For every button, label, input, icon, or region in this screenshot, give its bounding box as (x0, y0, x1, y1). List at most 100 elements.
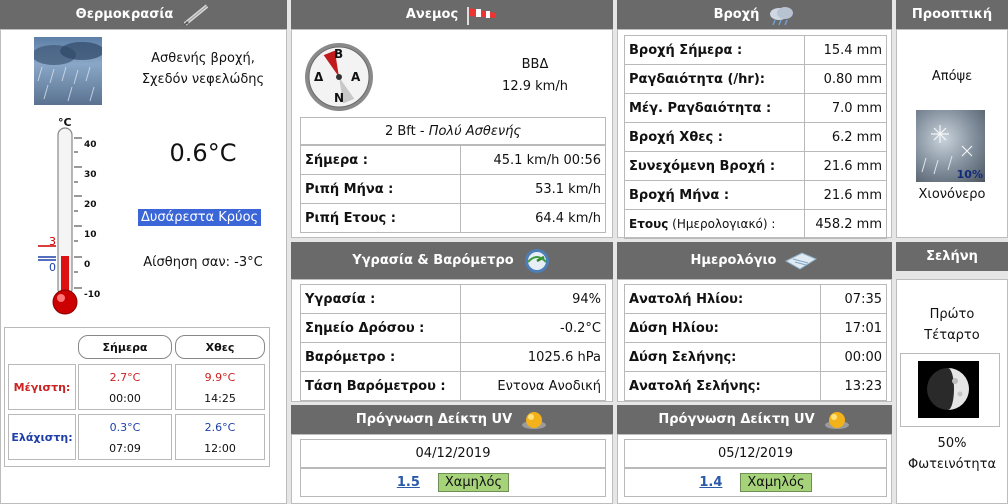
min-today-time: 07:09 (109, 442, 141, 455)
current-temperature: 0.6°C (169, 139, 237, 167)
wind-speed: 12.9 km/h (502, 79, 568, 94)
thermo-tick: 0 (84, 259, 91, 270)
thermo-tick: 30 (84, 169, 97, 180)
thermo-tick: 20 (84, 199, 97, 210)
uv-date-1: 04/12/2019 (300, 439, 606, 468)
humidity-title: Υγρασία & Βαρόμετρο (352, 253, 514, 268)
table-row: Υγρασία :94% (300, 284, 606, 314)
pencil-icon (183, 3, 209, 26)
forecast-when: Απόψε (931, 69, 973, 84)
forecast-title: Προοπτική (911, 7, 993, 22)
uv-level-badge-1: Χαμηλός (437, 473, 510, 492)
moon-illum-pct: 50% (937, 436, 967, 451)
almanac-row-label: Δύση Σελήνης: (624, 342, 821, 372)
rain-year-label-rest: (Ημερολογιακό) : (668, 217, 776, 231)
thermo-marker-high: 3 (49, 235, 56, 248)
beaufort-box: 2 Bft - Πολύ Ασθενής (300, 117, 606, 145)
compass-n: Β (334, 47, 344, 61)
precip-chance-badge: 10% (956, 168, 983, 181)
rain-cloud-icon (770, 6, 794, 25)
table-row: Ριπή Ετους : 64.4 km/h (300, 203, 606, 233)
table-row: Σήμερα : 45.1 km/h 00:56 (300, 145, 606, 175)
almanac-row-value: 13:23 (820, 371, 887, 401)
uv-index-link-1[interactable]: 1.5 (397, 475, 420, 490)
humidity-table: Υγρασία :94% Σημείο Δρόσου : -0.2°C Βαρόμ… (300, 284, 606, 401)
humidity-row-label: Βαρόμετρο : (300, 342, 461, 372)
almanac-row-label: Ανατολή Σελήνης: (624, 371, 821, 401)
almanac-header: Ημερολόγιο (617, 242, 892, 279)
almanac-table: Ανατολή Ηλίου: 07:35 Δύση Ηλίου: 17:01 Δύσ… (624, 284, 887, 401)
almanac-row-label: Ανατολή Ηλίου: (624, 284, 821, 314)
uv-title-2: Πρόγνωση Δείκτη UV (658, 412, 815, 427)
humidity-row-label: Τάση Βαρόμετρου : (300, 371, 461, 401)
rain-row-value: 15.4 mm (804, 35, 887, 65)
table-row: Βροχή Χθες :6.2 mm (624, 122, 887, 152)
table-row: Σημείο Δρόσου : -0.2°C (300, 313, 606, 343)
beaufort-description: Πολύ Ασθενής (428, 123, 522, 139)
rain-year-label: Ετους (Ημερολογιακό) : (624, 209, 805, 239)
thermo-unit: °C (58, 116, 72, 129)
sun-icon (824, 411, 849, 429)
moon-illumination: 50% Φωτεινότητα (896, 433, 1008, 475)
min-yest-value: 2.6°C (204, 421, 236, 434)
wind-direction: ΒΒΔ (521, 57, 549, 72)
forecast-desc: Χιονόνερο (918, 187, 986, 202)
table-row: Ετους (Ημερολογιακό) : 458.2 mm (624, 209, 887, 239)
uv-index-link-2[interactable]: 1.4 (699, 475, 722, 490)
moon-icon (918, 361, 979, 418)
uv-header-2: Πρόγνωση Δείκτη UV (617, 405, 892, 434)
rain-row-value: 21.6 mm (804, 180, 887, 210)
wind-row-label: Ριπή Ετους : (300, 203, 461, 233)
thermo-tick: 40 (84, 140, 97, 150)
humidity-row-value: 94% (460, 284, 606, 314)
uv-level-badge-2: Χαμηλός (740, 473, 812, 492)
table-row: Ανατολή Σελήνης: 13:23 (624, 371, 887, 401)
almanac-row-value: 17:01 (820, 313, 887, 343)
thermo-marker-low: 0 (49, 261, 56, 274)
table-row: Ανατολή Ηλίου: 07:35 (624, 284, 887, 314)
table-row: Δύση Σελήνης: 00:00 (624, 342, 887, 372)
thermo-ticks: 40 30 20 10 0 -10 (84, 131, 100, 310)
almanac-title: Ημερολόγιο (690, 253, 777, 268)
rain-row-value: 6.2 mm (804, 122, 887, 152)
thermo-tick: -10 (84, 289, 101, 300)
sun-icon (522, 411, 547, 429)
uv-values-1: 1.5 Χαμηλός (300, 468, 606, 497)
max-today-cell: 2.7°C 00:00 (78, 364, 172, 410)
max-yest-value: 9.9°C (204, 371, 236, 384)
rain-row-label: Συνεχόμενη Βροχή : (624, 151, 805, 181)
beaufort-number: 2 Bft (384, 123, 416, 139)
humidity-row-value: -0.2°C (460, 313, 606, 343)
humidity-row-value: 1025.6 hPa (460, 342, 606, 372)
rain-row-label: Μέγ. Ραγδαιότητα : (624, 93, 805, 123)
feels-like: Αίσθηση σαν: -3°C (143, 255, 263, 270)
max-yest-time: 14:25 (204, 392, 236, 405)
uv-header-1: Πρόγνωση Δείκτη UV (291, 405, 613, 434)
compass-e: Α (351, 70, 361, 84)
thermo-tick: 10 (84, 229, 97, 240)
rain-row-label: Ραγδαιότητα (/hr): (624, 64, 805, 94)
table-row: Ριπή Μήνα : 53.1 km/h (300, 174, 606, 204)
col-yesterday: Χθες (175, 335, 265, 359)
wind-row-label: Σήμερα : (300, 145, 461, 175)
rain-row-label: Βροχή Χθες : (624, 122, 805, 152)
barometer-icon (524, 248, 549, 273)
rain-table: Βροχή Σήμερα :15.4 mm Ραγδαιότητα (/hr):… (624, 35, 887, 239)
table-row: Μέγ. Ραγδαιότητα :7.0 mm (624, 93, 887, 123)
table-row: Ραγδαιότητα (/hr): 0.80 mm (624, 64, 887, 94)
min-today-cell: 0.3°C 07:09 (78, 414, 172, 460)
table-row: Τάση Βαρόμετρου : Εντονα Ανοδική (300, 371, 606, 401)
wind-table: Σήμερα : 45.1 km/h 00:56 Ριπή Μήνα : 53.… (300, 145, 606, 233)
rain-weather-image (34, 37, 102, 105)
rain-title: Βροχή (713, 7, 760, 22)
wind-row-value: 53.1 km/h (460, 174, 606, 204)
min-label: Ελάχιστη: (8, 414, 76, 460)
moon-header: Σελήνη (896, 242, 1008, 271)
humidity-row-label: Υγρασία : (300, 284, 461, 314)
max-today-time: 00:00 (109, 392, 141, 405)
wind-title: Ανεμος (405, 7, 459, 22)
wind-header: Ανεμος (291, 0, 613, 29)
beaufort-separator: - (415, 123, 429, 139)
feel-badge: Δυσάρεστα Κρύος (138, 209, 262, 226)
temperature-title: Θερμοκρασία (75, 7, 174, 22)
